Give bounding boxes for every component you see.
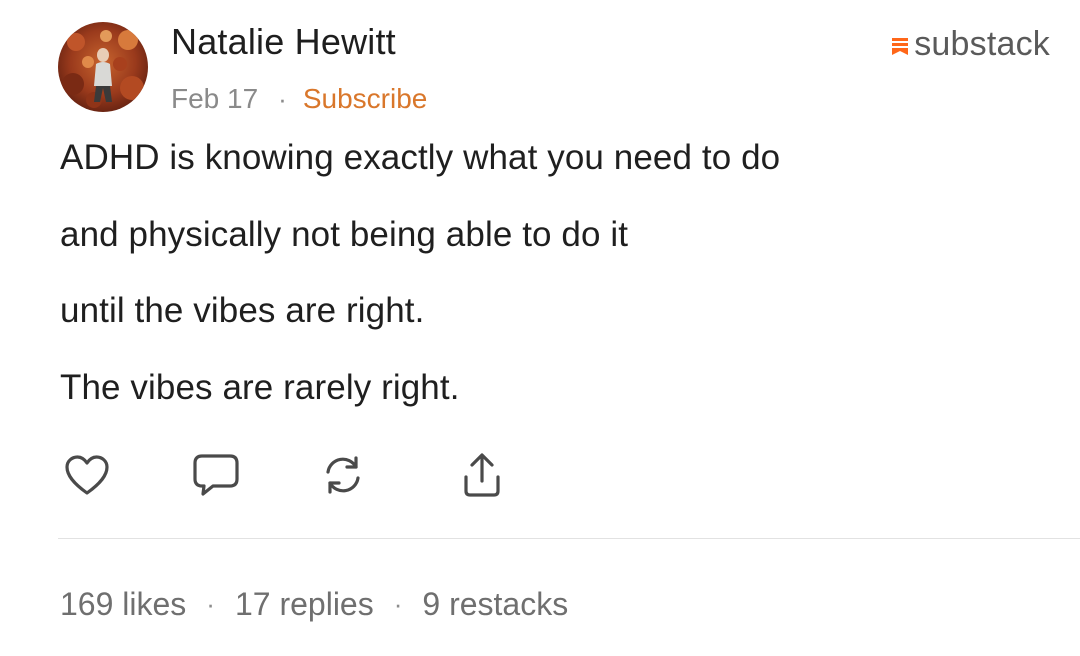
likes-count[interactable]: 169 likes <box>60 586 186 623</box>
like-button[interactable] <box>60 448 114 502</box>
post-text-line: and physically not being able to do it <box>60 215 629 254</box>
substack-brand: substack <box>890 22 1050 66</box>
comment-icon <box>193 454 239 496</box>
restack-icon <box>326 456 360 494</box>
post-stats: 169 likes · 17 replies · 9 restacks <box>60 582 568 626</box>
stats-separator: · <box>206 588 215 619</box>
post-text-line: ADHD is knowing exactly what you need to… <box>60 138 781 177</box>
brand-name: substack <box>914 24 1050 63</box>
post-date: Feb 17 <box>171 83 259 114</box>
heart-icon <box>65 455 109 495</box>
reply-button[interactable] <box>189 448 243 502</box>
share-icon <box>464 453 500 497</box>
post-meta: Feb 17 · Subscribe <box>171 80 427 118</box>
restacks-count[interactable]: 9 restacks <box>422 586 568 623</box>
replies-count[interactable]: 17 replies <box>235 586 374 623</box>
share-button[interactable] <box>455 448 509 502</box>
post-actions <box>0 448 600 502</box>
meta-separator: · <box>278 83 287 114</box>
author-name[interactable]: Natalie Hewitt <box>171 20 396 64</box>
avatar[interactable] <box>58 22 148 112</box>
substack-logo-icon <box>892 38 909 55</box>
stats-separator: · <box>393 588 403 619</box>
avatar-image <box>58 22 148 112</box>
post-text-line: until the vibes are right. <box>60 291 425 330</box>
post-text-line: The vibes are rarely right. <box>60 368 460 407</box>
subscribe-link[interactable]: Subscribe <box>303 83 428 115</box>
restack-button[interactable] <box>316 448 370 502</box>
divider <box>58 538 1080 539</box>
